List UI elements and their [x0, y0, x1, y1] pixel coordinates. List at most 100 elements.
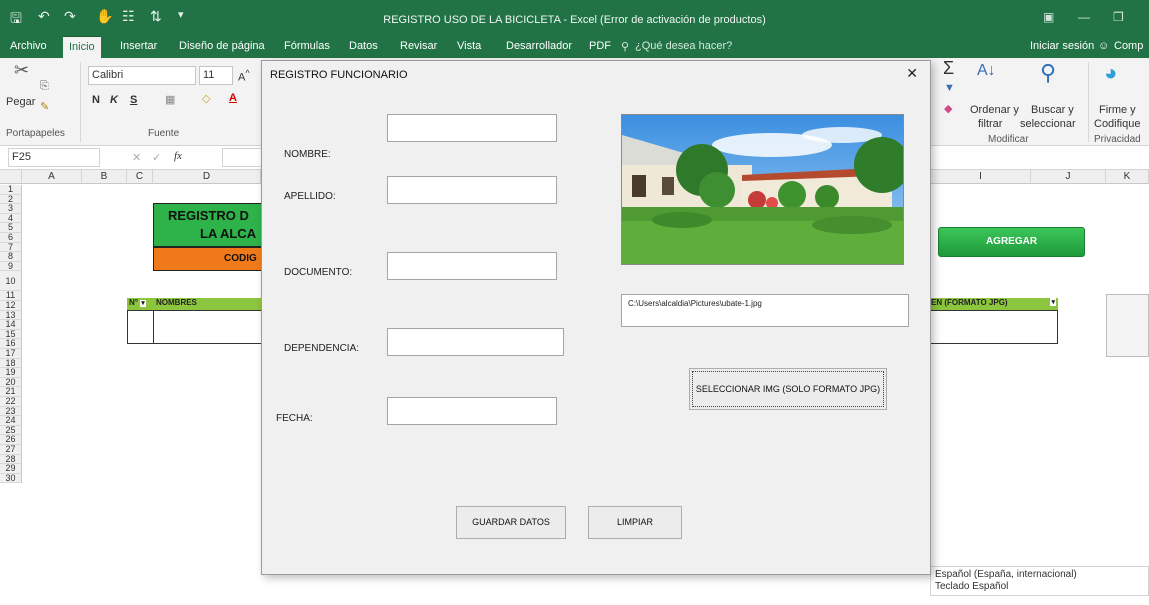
column-header[interactable]: A [22, 170, 82, 184]
format-painter-icon[interactable]: ✎ [40, 100, 49, 113]
tab-diseno-pagina[interactable]: Diseño de página [179, 40, 265, 52]
sign-encrypt-icon[interactable]: ◕ [1104, 60, 1117, 86]
column-header[interactable]: K [1106, 170, 1149, 184]
insert-function-icon[interactable]: fx [174, 150, 182, 162]
banner-title-line1: REGISTRO D [168, 208, 249, 223]
documento-label: DOCUMENTO: [284, 267, 353, 278]
fill-color-icon[interactable]: ◇ [202, 92, 210, 105]
cut-icon[interactable]: ✂ [14, 60, 29, 81]
registro-funcionario-dialog: REGISTRO FUNCIONARIO ✕ NOMBRE: APELLIDO:… [261, 60, 931, 575]
sign-in-link[interactable]: Iniciar sesión [1030, 40, 1094, 52]
sort-filter-label-1[interactable]: Ordenar y [970, 104, 1019, 116]
formula-input-right[interactable] [931, 148, 1145, 167]
sort-filter-label-2[interactable]: filtrar [978, 118, 1002, 130]
row-header[interactable]: 9 [0, 261, 22, 272]
title-bar: 🖫 ↶ ↷ ✋ ☷ ⇅ ▾ REGISTRO USO DE LA BICICLE… [0, 0, 1149, 36]
font-name-select[interactable]: Calibri [88, 66, 196, 85]
column-header[interactable]: D [153, 170, 261, 184]
select-all-corner[interactable] [0, 170, 22, 184]
tab-vista[interactable]: Vista [457, 40, 481, 52]
tab-archivo[interactable]: Archivo [10, 40, 47, 52]
maximize-icon[interactable]: ❐ [1113, 10, 1124, 24]
formula-input[interactable] [222, 148, 262, 167]
tell-me-icon: ⚲ [621, 41, 630, 53]
dialog-title: REGISTRO FUNCIONARIO [270, 69, 408, 81]
language-tooltip: Español (España, internacional) Teclado … [930, 566, 1149, 596]
filter-dropdown-icon[interactable]: ▾ [140, 300, 146, 307]
borders-icon[interactable]: ▦ [165, 93, 175, 106]
nombre-field[interactable] [387, 114, 557, 142]
tab-revisar[interactable]: Revisar [400, 40, 437, 52]
find-select-label-2[interactable]: seleccionar [1020, 118, 1076, 130]
tab-datos[interactable]: Datos [349, 40, 378, 52]
table-header-no[interactable]: N° ▾ [127, 298, 153, 310]
bold-button[interactable]: N [92, 94, 100, 106]
sign-label-1[interactable]: Firme y [1099, 104, 1136, 116]
grow-font-icon[interactable]: A^ [238, 68, 250, 84]
share-button[interactable]: Comp [1114, 40, 1143, 52]
column-header[interactable]: I [931, 170, 1031, 184]
autosum-icon[interactable]: Σ [943, 58, 954, 79]
table-cell-divider [153, 311, 154, 343]
minimize-icon[interactable]: — [1078, 10, 1090, 24]
table-header-imagen-label: EN (FORMATO JPG) [931, 298, 1008, 307]
banner-code: CODIG [224, 253, 257, 264]
save-data-button[interactable]: GUARDAR DATOS [456, 506, 566, 539]
enter-formula-icon[interactable]: ✓ [152, 151, 161, 164]
dependencia-field[interactable] [387, 328, 564, 356]
close-icon[interactable]: ✕ [906, 65, 918, 82]
tab-formulas[interactable]: Fórmulas [284, 40, 330, 52]
tab-desarrollador[interactable]: Desarrollador [506, 40, 572, 52]
column-header[interactable]: J [1031, 170, 1106, 184]
row-header[interactable]: 10 [0, 271, 22, 292]
apellido-field[interactable] [387, 176, 557, 204]
tab-pdf[interactable]: PDF [589, 40, 611, 52]
column-header[interactable]: B [82, 170, 127, 184]
sort-filter-icon[interactable]: A↓ [977, 62, 996, 80]
fill-icon[interactable]: ▼ [944, 82, 955, 94]
documento-field[interactable] [387, 252, 557, 280]
table-row-right[interactable] [931, 310, 1058, 344]
clear-button[interactable]: LIMPIAR [588, 506, 682, 539]
font-group-label: Fuente [148, 128, 180, 139]
courtyard-photo [622, 115, 903, 264]
table-header-imagen[interactable]: EN (FORMATO JPG) ▾ [931, 298, 1058, 310]
name-box[interactable]: F25 [8, 148, 100, 167]
table-header-nombres[interactable]: NOMBRES [153, 298, 261, 310]
underline-button[interactable]: S [130, 94, 137, 106]
paste-button[interactable]: Pegar [6, 96, 35, 108]
sign-label-2[interactable]: Codifique [1094, 118, 1140, 130]
font-size-select[interactable]: 11 [199, 66, 233, 85]
share-icon[interactable]: ☺ [1098, 40, 1109, 52]
banner-code-bar: CODIG [153, 247, 261, 271]
copy-icon[interactable]: ⎘ [40, 80, 49, 93]
image-path-field[interactable]: C:\Users\alcaldia\Pictures\ubate-1.jpg [621, 294, 909, 327]
ribbon-tabs: Archivo Inicio Insertar Diseño de página… [0, 36, 1149, 58]
window-title: REGISTRO USO DE LA BICICLETA - Excel (Er… [383, 14, 766, 26]
nombre-label: NOMBRE: [284, 149, 331, 160]
image-shape[interactable] [1106, 294, 1149, 357]
tell-me-search[interactable]: ¿Qué desea hacer? [635, 40, 732, 52]
select-image-button[interactable]: SELECCIONAR IMG (SOLO FORMATO JPG) [689, 368, 887, 410]
clear-icon[interactable]: ◆ [944, 102, 952, 115]
font-color-icon[interactable]: A [229, 92, 237, 104]
ribbon-display-icon[interactable]: ▣ [1043, 10, 1054, 24]
column-header[interactable]: C [127, 170, 153, 184]
find-select-label-1[interactable]: Buscar y [1031, 104, 1074, 116]
filter-dropdown-icon[interactable]: ▾ [1050, 298, 1056, 306]
row-header[interactable]: 30 [0, 473, 22, 484]
table-row[interactable] [127, 310, 261, 344]
keyboard-line: Teclado Español [935, 581, 1009, 592]
tab-insertar[interactable]: Insertar [120, 40, 157, 52]
tab-inicio[interactable]: Inicio [63, 36, 101, 58]
modify-group-label: Modificar [988, 134, 1029, 145]
cancel-formula-icon[interactable]: ✕ [132, 151, 141, 164]
italic-button[interactable]: K [110, 94, 118, 106]
fecha-field[interactable] [387, 397, 557, 425]
group-separator [80, 62, 81, 142]
clipboard-group-label: Portapapeles [6, 128, 65, 139]
find-icon[interactable]: ⚲ [1040, 60, 1056, 86]
language-line: Español (España, internacional) [935, 569, 1077, 580]
preview-image [621, 114, 904, 265]
agregar-button[interactable]: AGREGAR [938, 227, 1085, 257]
